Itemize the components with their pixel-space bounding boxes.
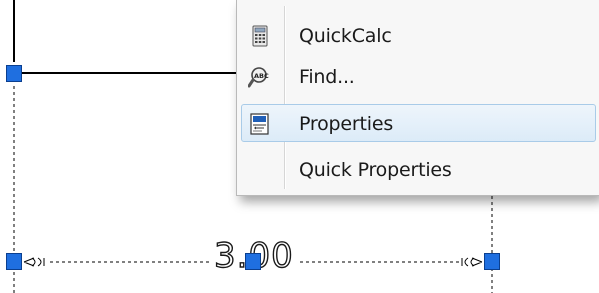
find-replace-icon: ABC: [247, 65, 272, 89]
menu-item-quickcalc[interactable]: QuickCalc: [241, 16, 596, 54]
menu-item-properties[interactable]: Properties: [241, 104, 596, 142]
grip-top-left[interactable]: [6, 65, 22, 82]
svg-text:ABC: ABC: [254, 72, 269, 80]
menu-item-label: Find...: [299, 66, 355, 88]
menu-item-label: Quick Properties: [299, 159, 452, 181]
dimension-arrow-right: [461, 257, 483, 267]
properties-icon: [248, 112, 272, 136]
menu-item-quick-properties[interactable]: Quick Properties: [241, 150, 596, 188]
grip-bottom-left[interactable]: [6, 253, 22, 270]
menu-item-label: QuickCalc: [299, 25, 392, 47]
menu-item-label: Properties: [299, 113, 394, 135]
dimension-arrow-left: [23, 257, 45, 267]
calculator-icon: [248, 24, 272, 48]
grip-dimension-text[interactable]: [245, 253, 261, 270]
menu-item-find[interactable]: ABC Find...: [241, 57, 596, 95]
grip-bottom-right[interactable]: [484, 253, 500, 270]
context-menu: QuickCalc ABC Find... Properties Quick P…: [236, 0, 599, 196]
